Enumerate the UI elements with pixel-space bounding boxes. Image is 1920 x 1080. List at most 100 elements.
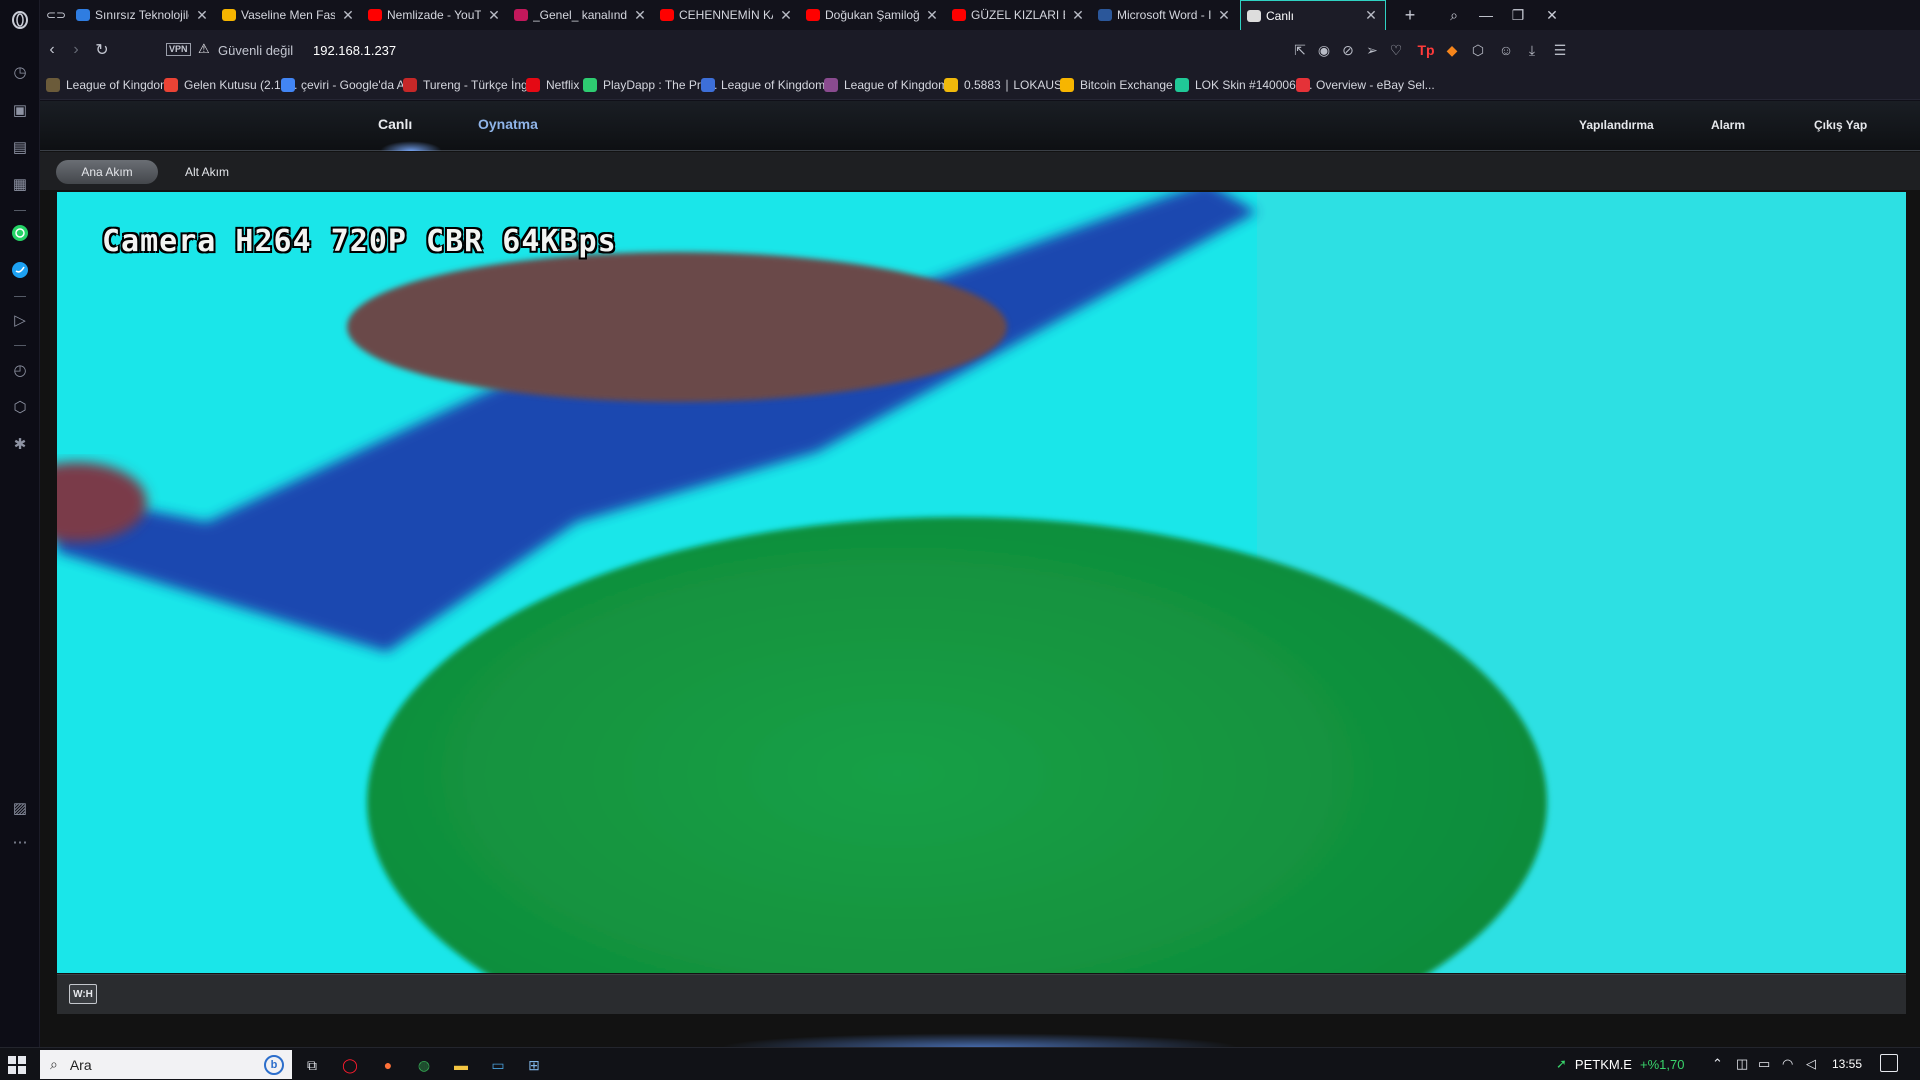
close-tab-icon[interactable]: ✕ xyxy=(924,7,940,24)
tab[interactable]: Sınırsız Teknolojiler, Gü ✕ xyxy=(70,0,216,30)
twitter-icon[interactable] xyxy=(8,258,32,282)
nav-alarm[interactable]: Alarm xyxy=(1711,118,1745,132)
metamask-icon[interactable]: ◆ xyxy=(1442,40,1462,60)
snapshot-icon[interactable]: ◉ xyxy=(1314,40,1334,60)
speed-dial-icon[interactable]: ◷ xyxy=(8,60,32,84)
bookmark-label: 0.5883 ∣ LOKAUS... xyxy=(964,78,1073,92)
bookmark-item[interactable]: League of Kingdoms xyxy=(46,77,176,93)
tab-active[interactable]: Canlı ✕ xyxy=(1240,0,1386,30)
tab-title: _Genel_ kanalındaki top xyxy=(533,8,627,22)
volume-icon[interactable]: ◁ xyxy=(1806,1056,1816,1072)
reload-icon[interactable]: ↻ xyxy=(90,38,114,62)
nav-playback[interactable]: Oynatma xyxy=(478,116,538,132)
url-field[interactable]: 192.168.1.237 xyxy=(313,43,396,58)
tab-menu-icon[interactable]: ⊂⊃ xyxy=(40,0,70,30)
bookmark-item[interactable]: LOK Skin #1400066... xyxy=(1175,77,1312,93)
whatsapp-icon[interactable] xyxy=(8,221,32,245)
settings-icon[interactable]: ✱ xyxy=(8,432,32,456)
bookmark-item[interactable]: League of Kingdom... xyxy=(701,77,835,93)
profile-icon[interactable]: ☺ xyxy=(1496,40,1516,60)
sub-stream-tab[interactable]: Alt Akım xyxy=(162,160,252,184)
wifi-icon[interactable]: ◠ xyxy=(1782,1056,1793,1072)
close-tab-icon[interactable]: ✕ xyxy=(1070,7,1086,24)
battery-icon[interactable]: ▭ xyxy=(1758,1056,1770,1072)
security-status[interactable]: Güvenli değil xyxy=(218,43,293,58)
remote-desktop-taskbar-icon[interactable]: ▭ xyxy=(486,1053,510,1077)
opera-logo-icon[interactable] xyxy=(8,8,32,32)
close-tab-icon[interactable]: ✕ xyxy=(1216,7,1232,24)
send-icon[interactable]: ➢ xyxy=(1362,40,1382,60)
tab[interactable]: Doğukan Şamiloğlu - Yo ✕ xyxy=(800,0,946,30)
bookmark-item[interactable]: Tureng - Türkçe İng... xyxy=(403,77,538,93)
download-icon[interactable]: ⤓ xyxy=(1522,40,1542,60)
close-tab-icon[interactable]: ✕ xyxy=(1363,7,1379,24)
extensions-cube-icon[interactable]: ⬡ xyxy=(1468,40,1488,60)
taskbar-search-box[interactable]: ⌕ Ara b xyxy=(40,1050,292,1079)
file-explorer-taskbar-icon[interactable]: ▬ xyxy=(449,1053,473,1077)
easy-setup-icon[interactable]: ☰ xyxy=(1550,40,1570,60)
bookmark-item[interactable]: Netflix xyxy=(526,77,579,93)
bookmark-item[interactable]: PlayDapp : The Pre... xyxy=(583,77,718,93)
search-placeholder: Ara xyxy=(69,1056,92,1073)
close-tab-icon[interactable]: ✕ xyxy=(486,7,502,24)
forward-icon[interactable]: › xyxy=(64,38,88,62)
tab[interactable]: Nemlizade - YouTube ✕ xyxy=(362,0,508,30)
nav-logout[interactable]: Çıkış Yap xyxy=(1814,118,1867,132)
tab[interactable]: Vaseline Men Fast Abso ✕ xyxy=(216,0,362,30)
close-tab-icon[interactable]: ✕ xyxy=(340,7,356,24)
new-tab-icon[interactable]: + xyxy=(1390,0,1430,30)
live-video-feed[interactable]: Camera H264 720P CBR 64KBps xyxy=(57,192,1906,973)
tray-app-icon[interactable]: ◫ xyxy=(1736,1056,1748,1072)
tab[interactable]: GÜZEL KIZLARI BLUETO ✕ xyxy=(946,0,1092,30)
adblock-icon[interactable]: ⊘ xyxy=(1338,40,1358,60)
lok-skin-icon xyxy=(1175,78,1189,92)
bookmark-item[interactable]: Overview - eBay Sel... xyxy=(1296,77,1435,93)
history-icon[interactable]: ◴ xyxy=(8,358,32,382)
bookmark-item[interactable]: çeviri - Google'da A... xyxy=(281,77,415,93)
task-view-icon[interactable]: ⧉ xyxy=(300,1053,324,1077)
bookmark-heart-icon[interactable]: ♡ xyxy=(1386,40,1406,60)
stock-up-icon: ➚ xyxy=(1556,1056,1567,1071)
system-clock[interactable]: 13:55 xyxy=(1832,1057,1862,1071)
close-tab-icon[interactable]: ✕ xyxy=(194,7,210,24)
aspect-ratio-button[interactable]: W:H xyxy=(69,984,97,1004)
chrome-taskbar-icon[interactable]: ◍ xyxy=(412,1053,436,1077)
tray-chevron-icon[interactable]: ⌃ xyxy=(1712,1056,1723,1072)
tab[interactable]: CEHENNEMİN KAPI ✕ xyxy=(654,0,800,30)
bookmark-item[interactable]: League of Kingdom... xyxy=(824,77,958,93)
close-tab-icon[interactable]: ✕ xyxy=(632,7,648,24)
tab[interactable]: _Genel_ kanalındaki top ✕ xyxy=(508,0,654,30)
bing-icon[interactable]: b xyxy=(264,1055,284,1075)
extensions-icon[interactable]: ⬡ xyxy=(8,395,32,419)
tab-title: CEHENNEMİN KAPI xyxy=(679,8,773,22)
main-stream-tab[interactable]: Ana Akım xyxy=(56,160,158,184)
player-icon[interactable]: ▷ xyxy=(8,308,32,332)
ticker-change: +%1,70 xyxy=(1639,1056,1685,1072)
twitch-icon[interactable]: ▤ xyxy=(8,135,32,159)
shopping-icon[interactable]: ▣ xyxy=(8,98,32,122)
more-icon[interactable]: ⋯ xyxy=(8,830,32,854)
network-tool-taskbar-icon[interactable]: ⊞ xyxy=(522,1053,546,1077)
nav-config[interactable]: Yapılandırma xyxy=(1579,118,1654,132)
bookmark-label: LOK Skin #1400066... xyxy=(1195,78,1313,92)
nav-live[interactable]: Canlı xyxy=(378,116,412,132)
crypto-wallet-icon[interactable]: ▦ xyxy=(8,172,32,196)
close-tab-icon[interactable]: ✕ xyxy=(778,7,794,24)
windows-start-icon[interactable] xyxy=(8,1056,26,1074)
footer-glow xyxy=(720,1033,1240,1047)
tab[interactable]: Microsoft Word - Ip Kar ✕ xyxy=(1092,0,1238,30)
firefox-taskbar-icon[interactable]: ● xyxy=(376,1053,400,1077)
gallery-icon[interactable]: ▨ xyxy=(8,796,32,820)
vpn-badge[interactable]: VPN xyxy=(166,43,191,56)
close-window-icon[interactable]: ✕ xyxy=(1532,0,1572,30)
stock-ticker[interactable]: ➚ PETKM.E +%1,70 xyxy=(1556,1056,1684,1072)
bookmark-item[interactable]: 0.5883 ∣ LOKAUS... xyxy=(944,77,1072,93)
tp-extension-icon[interactable]: Tp xyxy=(1416,40,1436,60)
bookmark-item[interactable]: Bitcoin Exchange |... xyxy=(1060,77,1189,93)
opera-taskbar-icon[interactable]: ◯ xyxy=(338,1053,362,1077)
bookmark-item[interactable]: Gelen Kutusu (2.18... xyxy=(164,77,297,93)
back-icon[interactable]: ‹ xyxy=(40,38,64,62)
notification-center-icon[interactable] xyxy=(1880,1054,1898,1072)
tab-favicon-icon xyxy=(514,9,528,21)
share-icon[interactable]: ⇱ xyxy=(1290,40,1310,60)
